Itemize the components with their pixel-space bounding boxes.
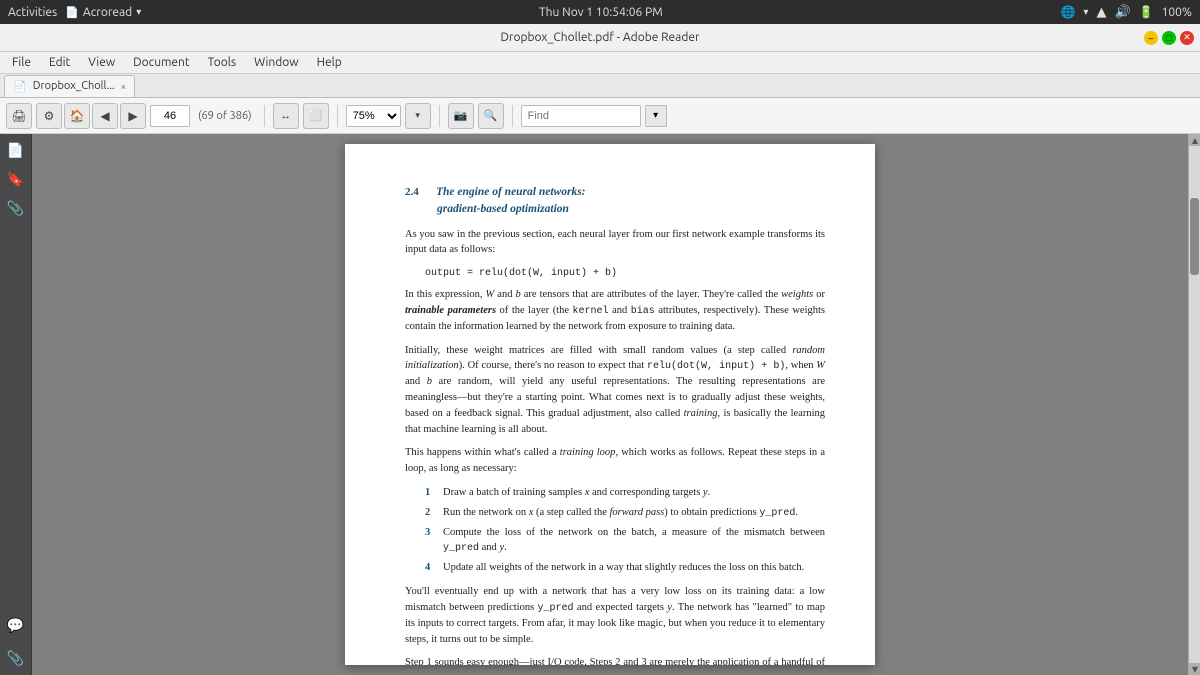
toolbar-settings-button[interactable]: ⚙ bbox=[36, 103, 62, 129]
para3-b: b bbox=[427, 376, 432, 387]
close-button[interactable]: ✕ bbox=[1180, 31, 1194, 45]
right-scrollbar: ▲ ▼ bbox=[1188, 134, 1200, 675]
para2-b: b bbox=[515, 289, 520, 300]
main-area: 📄 🔖 📎 💬 📎 2.4 The engine of neural netwo… bbox=[0, 134, 1200, 675]
app-menu[interactable]: 📄 Acroread ▾ bbox=[65, 6, 141, 19]
paragraph-1: As you saw in the previous section, each… bbox=[405, 227, 825, 259]
zoom-dropdown-button[interactable]: ▾ bbox=[405, 103, 431, 129]
wifi-icon[interactable]: ▲ bbox=[1096, 5, 1106, 20]
menu-edit[interactable]: Edit bbox=[41, 54, 78, 71]
separator-1 bbox=[264, 105, 265, 127]
system-bar: Activities 📄 Acroread ▾ Thu Nov 1 10:54:… bbox=[0, 0, 1200, 24]
fit-width-button[interactable]: ⬜ bbox=[303, 103, 329, 129]
scroll-down-arrow[interactable]: ▼ bbox=[1189, 663, 1200, 675]
activities-button[interactable]: Activities bbox=[8, 6, 57, 19]
paragraph-5: You'll eventually end up with a network … bbox=[405, 584, 825, 647]
snapshot-button[interactable]: 📷 bbox=[448, 103, 474, 129]
dropdown-arrow-net: ▾ bbox=[1083, 6, 1088, 18]
section-title-line1: The engine of neural networks: bbox=[436, 186, 586, 198]
list-item-2: 2Run the network on x (a step called the… bbox=[425, 505, 825, 521]
maximize-button[interactable]: □ bbox=[1162, 31, 1176, 45]
find-input[interactable] bbox=[521, 105, 641, 127]
pdf-area: 2.4 The engine of neural networks: gradi… bbox=[32, 134, 1188, 675]
sidebar-bookmark-icon[interactable]: 🔖 bbox=[7, 171, 24, 188]
scroll-track[interactable] bbox=[1189, 146, 1200, 663]
scroll-up-arrow[interactable]: ▲ bbox=[1189, 134, 1200, 146]
menu-bar: File Edit View Document Tools Window Hel… bbox=[0, 52, 1200, 74]
separator-2 bbox=[337, 105, 338, 127]
zoom-level: 100% bbox=[1162, 6, 1192, 19]
section-header: 2.4 The engine of neural networks: gradi… bbox=[405, 184, 825, 219]
nav-group: ⚙ 🏠 ◀ ▶ bbox=[36, 103, 146, 129]
page-number-input[interactable] bbox=[150, 105, 190, 127]
menu-window[interactable]: Window bbox=[246, 54, 306, 71]
system-bar-right: 🌐 ▾ ▲ 🔊 🔋 100% bbox=[1060, 5, 1192, 20]
home-button[interactable]: 🏠 bbox=[64, 103, 90, 129]
sidebar-comment-icon[interactable]: 💬 bbox=[7, 617, 24, 634]
paragraph-3: Initially, these weight matrices are fil… bbox=[405, 343, 825, 438]
window-title: Dropbox_Chollet.pdf - Adobe Reader bbox=[500, 31, 699, 44]
power-icon[interactable]: 🔋 bbox=[1139, 5, 1154, 19]
minimize-button[interactable]: – bbox=[1144, 31, 1158, 45]
section-number: 2.4 bbox=[405, 186, 419, 198]
sidebar-page-icon[interactable]: 📄 bbox=[7, 142, 24, 159]
list-item-4: 4Update all weights of the network in a … bbox=[425, 560, 825, 576]
system-clock: Thu Nov 1 10:54:06 PM bbox=[141, 6, 1060, 19]
fit-page-button[interactable]: ↔ bbox=[273, 103, 299, 129]
prev-button[interactable]: ◀ bbox=[92, 103, 118, 129]
menu-document[interactable]: Document bbox=[125, 54, 197, 71]
app-name-label: Acroread bbox=[83, 6, 132, 19]
print-button[interactable]: 🖨 bbox=[6, 103, 32, 129]
tab-label: Dropbox_Choll... bbox=[33, 80, 115, 92]
sidebar-paperclip-icon[interactable]: 📎 bbox=[7, 650, 24, 667]
find-button[interactable]: 🔍 bbox=[478, 103, 504, 129]
zoom-select[interactable]: 75% 100% 125% 150% bbox=[346, 105, 401, 127]
paragraph-4: This happens within what's called a trai… bbox=[405, 445, 825, 477]
toolbar: 🖨 ⚙ 🏠 ◀ ▶ (69 of 386) ↔ ⬜ 75% 100% 125% … bbox=[0, 98, 1200, 134]
separator-4 bbox=[512, 105, 513, 127]
next-button[interactable]: ▶ bbox=[120, 103, 146, 129]
para2-bias: bias bbox=[631, 306, 655, 317]
document-tab[interactable]: 📄 Dropbox_Choll... × bbox=[4, 75, 135, 97]
para3-training: training, bbox=[684, 408, 720, 419]
para2-weights: weights bbox=[781, 289, 813, 300]
para2-kernel: kernel bbox=[573, 306, 609, 317]
list-item-3: 3Compute the loss of the network on the … bbox=[425, 525, 825, 557]
paragraph-6: Step 1 sounds easy enough—just I/O code.… bbox=[405, 655, 825, 665]
page-total: (69 of 386) bbox=[194, 110, 256, 122]
app-pdf-icon: 📄 bbox=[65, 6, 79, 19]
scroll-thumb[interactable] bbox=[1190, 198, 1199, 276]
pdf-page: 2.4 The engine of neural networks: gradi… bbox=[345, 144, 875, 665]
list-item-1: 1Draw a batch of training samples x and … bbox=[425, 485, 825, 501]
paragraph-2: In this expression, W and b are tensors … bbox=[405, 287, 825, 335]
network-icon[interactable]: 🌐 bbox=[1060, 5, 1075, 19]
sidebar-attachment-icon[interactable]: 📎 bbox=[7, 200, 24, 217]
menu-help[interactable]: Help bbox=[309, 54, 350, 71]
para2-trainable: trainable parameters bbox=[405, 305, 496, 316]
para3-w: W bbox=[816, 360, 825, 371]
tab-close-button[interactable]: × bbox=[121, 81, 127, 92]
para4-trainingloop: training loop bbox=[560, 447, 616, 458]
window-controls: – □ ✕ bbox=[1144, 31, 1194, 45]
volume-icon[interactable]: 🔊 bbox=[1114, 5, 1130, 20]
window-titlebar: Dropbox_Chollet.pdf - Adobe Reader – □ ✕ bbox=[0, 24, 1200, 52]
separator-3 bbox=[439, 105, 440, 127]
system-bar-left: Activities 📄 Acroread ▾ bbox=[8, 6, 141, 19]
menu-view[interactable]: View bbox=[80, 54, 123, 71]
para3-code: relu(dot(W, input) + b) bbox=[647, 361, 785, 372]
para2-w: W bbox=[486, 289, 495, 300]
section-title-line2: gradient-based optimization bbox=[437, 201, 825, 218]
tab-pdf-icon: 📄 bbox=[13, 80, 27, 93]
menu-tools[interactable]: Tools bbox=[200, 54, 245, 71]
tab-bar: 📄 Dropbox_Choll... × bbox=[0, 74, 1200, 98]
training-steps-list: 1Draw a batch of training samples x and … bbox=[425, 485, 825, 576]
find-next-button[interactable]: ▾ bbox=[645, 105, 667, 127]
print-group: 🖨 bbox=[6, 103, 32, 129]
code-block-1: output = relu(dot(W, input) + b) bbox=[425, 266, 825, 281]
menu-file[interactable]: File bbox=[4, 54, 39, 71]
left-sidebar: 📄 🔖 📎 💬 📎 bbox=[0, 134, 32, 675]
